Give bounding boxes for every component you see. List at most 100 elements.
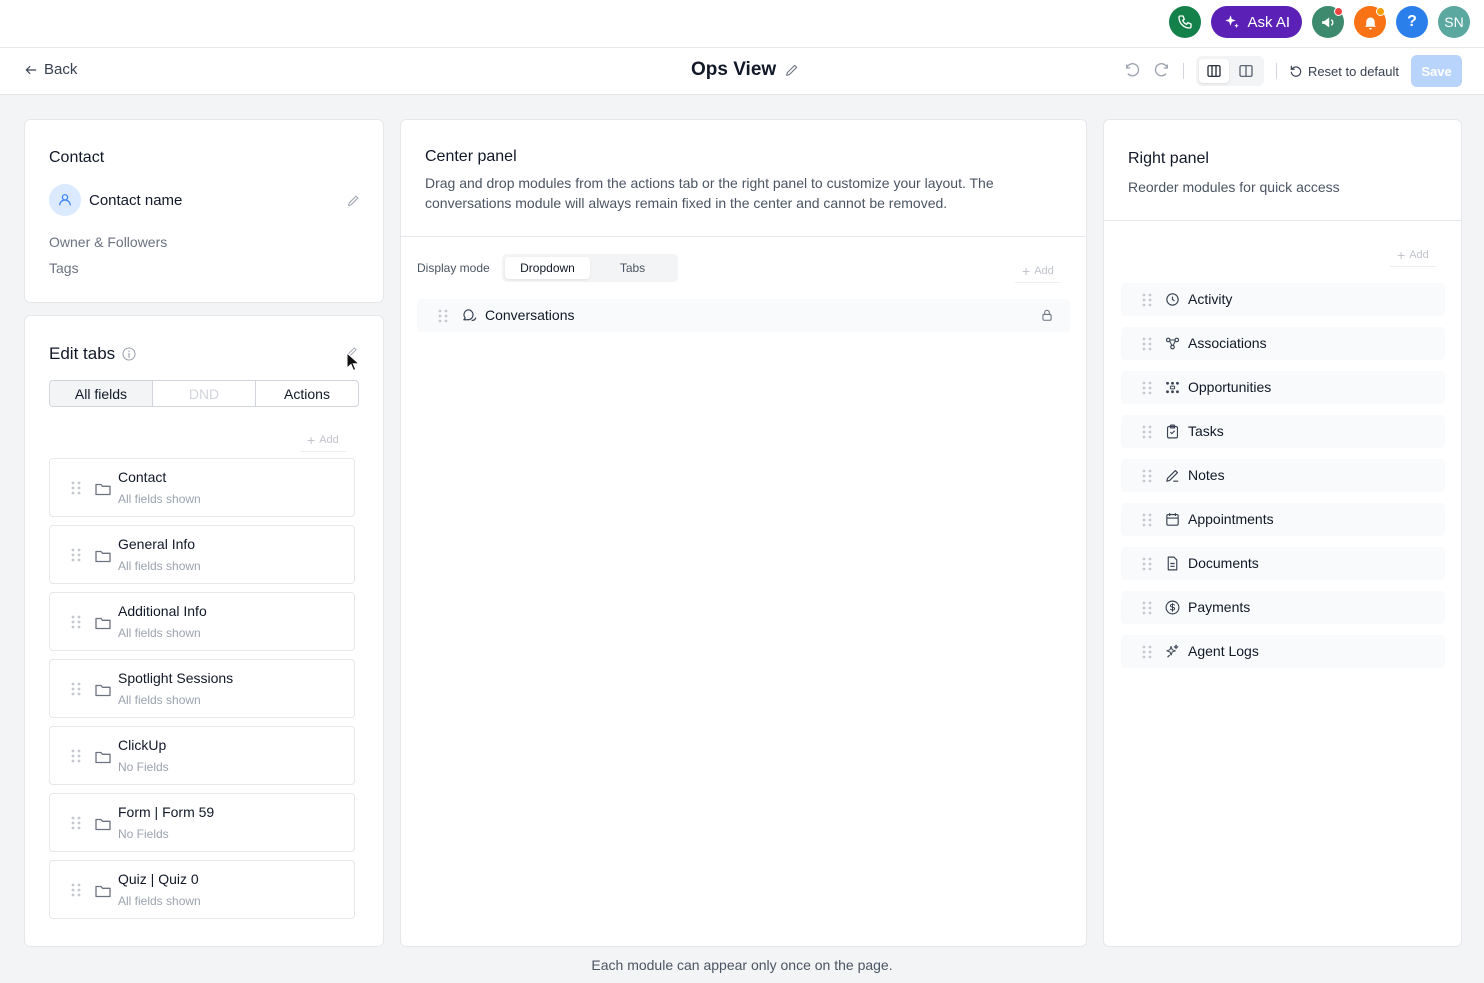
add-right-module-button[interactable]: + Add [1390,244,1436,267]
drag-handle-icon[interactable] [71,749,81,763]
module-row-associations[interactable]: Associations [1121,327,1445,360]
drag-handle-icon[interactable] [1142,513,1152,527]
add-label: Add [1034,265,1054,277]
drag-handle-icon[interactable] [1142,425,1152,439]
field-filter-segment: All fields DND Actions [49,380,359,407]
tags-label: Tags [49,260,79,276]
drag-handle-icon[interactable] [71,481,81,495]
sparkle-icon [1166,644,1179,658]
module-row-payments[interactable]: Payments [1121,591,1445,624]
ask-ai-button[interactable]: Ask AI [1211,6,1302,38]
module-row-opportunities[interactable]: Opportunities [1121,371,1445,404]
module-row-agent-logs[interactable]: Agent Logs [1121,635,1445,668]
page-title: Ops View [691,59,777,80]
three-columns-icon [1207,65,1221,77]
segment-dnd[interactable]: DND [153,381,256,406]
reset-to-default-button[interactable]: Reset to default [1289,64,1399,79]
info-icon[interactable] [121,346,137,362]
plus-icon: + [1397,247,1406,263]
module-row-notes[interactable]: Notes [1121,459,1445,492]
back-button[interactable]: Back [24,61,77,78]
divider [1182,63,1184,79]
module-row-appointments[interactable]: Appointments [1121,503,1445,536]
module-row-tasks[interactable]: Tasks [1121,415,1445,448]
segment-all-fields[interactable]: All fields [50,381,153,406]
center-panel-description: Drag and drop modules from the actions t… [425,175,994,211]
center-panel-header: Center panel Drag and drop modules from … [401,120,1086,237]
chat-icon [463,309,477,322]
tab-status: No Fields [118,760,169,774]
drag-handle-icon[interactable] [71,883,81,897]
drag-handle-icon[interactable] [1142,293,1152,307]
right-panel: Right panel Reorder modules for quick ac… [1103,119,1462,947]
announcements-button[interactable] [1312,6,1344,38]
three-column-layout-button[interactable] [1198,59,1229,83]
right-panel-header: Right panel Reorder modules for quick ac… [1104,120,1461,221]
notification-dot [1376,7,1385,16]
alert-dot [1334,7,1343,16]
user-avatar[interactable]: SN [1438,6,1470,38]
tab-name: Form | Form 59 [118,804,215,820]
tab-name: ClickUp [118,737,167,753]
tab-status: All fields shown [118,559,201,573]
add-center-module-button[interactable]: + Add [1015,260,1061,283]
drag-handle-icon[interactable] [71,548,81,562]
undo-icon[interactable] [1123,62,1141,80]
module-row-documents[interactable]: Documents [1121,547,1445,580]
sparkle-icon [1225,15,1240,28]
pencil-icon [1166,469,1179,482]
tab-name: Quiz | Quiz 0 [118,871,199,887]
tab-status: All fields shown [118,626,201,640]
tab-row[interactable]: General Info All fields shown [49,525,355,584]
drag-handle-icon[interactable] [71,816,81,830]
tab-row[interactable]: Quiz | Quiz 0 All fields shown [49,860,355,919]
conversations-label: Conversations [485,307,575,323]
drag-handle-icon[interactable] [1142,469,1152,483]
tab-row[interactable]: Contact All fields shown [49,458,355,517]
back-label: Back [44,61,78,78]
person-icon [59,194,71,206]
help-button[interactable]: ? [1396,6,1428,38]
arrow-left-icon [25,65,37,74]
conversations-module[interactable]: Conversations [417,299,1070,332]
add-tab-button[interactable]: + Add [300,429,346,452]
edit-contact-icon[interactable] [346,193,361,208]
two-column-layout-button[interactable] [1231,59,1261,83]
tab-row[interactable]: ClickUp No Fields [49,726,355,785]
editor-toolbar: Back Ops View Reset to default Save [0,48,1484,95]
center-panel-title: Center panel [425,148,517,165]
segment-actions[interactable]: Actions [256,381,358,406]
edit-tabs-title: Edit tabs [49,344,116,363]
display-mode-tabs[interactable]: Tabs [590,257,675,279]
drag-handle-icon[interactable] [71,615,81,629]
tab-row[interactable]: Form | Form 59 No Fields [49,793,355,852]
phone-icon [1178,15,1193,29]
drag-handle-icon[interactable] [71,682,81,696]
tab-status: All fields shown [118,492,201,506]
module-row-activity[interactable]: Activity [1121,283,1445,316]
save-button[interactable]: Save [1411,55,1462,87]
mouse-cursor-icon [346,352,360,372]
contact-card: Contact Contact name Owner & Followers T… [24,119,384,303]
tab-name: Contact [118,469,167,485]
notifications-button[interactable] [1354,6,1386,38]
edit-title-icon[interactable] [784,62,800,78]
drag-handle-icon[interactable] [1142,381,1152,395]
tab-row[interactable]: Additional Info All fields shown [49,592,355,651]
layout-toggle [1195,56,1264,86]
dollar-circle-icon [1165,600,1180,615]
drag-handle-icon[interactable] [1142,645,1152,659]
tab-status: All fields shown [118,693,201,707]
drag-handle-icon[interactable] [1142,337,1152,351]
drag-handle-icon[interactable] [1142,557,1152,571]
tab-row[interactable]: Spotlight Sessions All fields shown [49,659,355,718]
drag-handle-icon[interactable] [1142,601,1152,615]
right-panel-subtitle: Reorder modules for quick access [1128,179,1340,195]
tab-name: Spotlight Sessions [118,670,234,686]
phone-button[interactable] [1169,6,1202,38]
display-mode-label: Display mode [417,261,490,275]
ask-ai-label: Ask AI [1247,13,1290,31]
display-mode-dropdown[interactable]: Dropdown [505,257,590,279]
folder-icon [95,483,111,496]
redo-icon[interactable] [1153,62,1171,80]
